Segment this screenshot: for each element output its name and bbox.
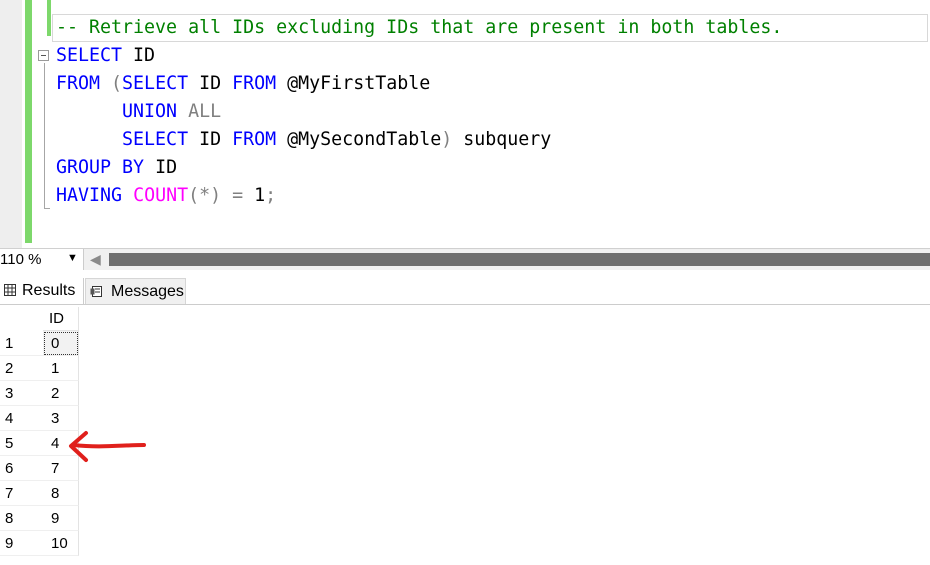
- code-token: @MySecondTable: [276, 129, 442, 150]
- code-token: HAVING: [56, 185, 123, 206]
- code-token: FROM: [56, 73, 101, 94]
- code-line[interactable]: FROM (SELECT ID FROM @MyFirstTable: [56, 70, 430, 98]
- red-arrow-annotation-icon: [69, 431, 146, 462]
- code-token: @MyFirstTable: [276, 73, 431, 94]
- code-token: (: [100, 73, 123, 94]
- code-token: SELECT: [56, 129, 189, 150]
- change-tracking-bar-comment: [47, 0, 51, 36]
- messages-icon: [90, 286, 102, 297]
- query-editor[interactable]: -- Retrieve all IDs excluding IDs that a…: [0, 0, 930, 248]
- code-line[interactable]: SELECT ID: [56, 42, 155, 70]
- table-cell-id[interactable]: 1: [43, 356, 79, 381]
- tab-results-label: Results: [22, 282, 76, 299]
- row-number[interactable]: 8: [0, 506, 43, 531]
- table-cell-id[interactable]: 8: [43, 481, 79, 506]
- code-token: SELECT: [56, 45, 123, 66]
- code-token: ): [441, 129, 453, 150]
- code-line[interactable]: UNION ALL: [56, 98, 221, 126]
- collapse-outline-icon[interactable]: [38, 50, 49, 61]
- tab-messages-label: Messages: [111, 283, 184, 300]
- code-line[interactable]: -- Retrieve all IDs excluding IDs that a…: [56, 14, 782, 42]
- zoom-dropdown[interactable]: 110 % ▼: [0, 249, 84, 270]
- code-line[interactable]: HAVING COUNT(*) = 1;: [56, 182, 276, 210]
- code-line[interactable]: GROUP BY ID: [56, 154, 177, 182]
- row-number[interactable]: 7: [0, 481, 43, 506]
- row-number[interactable]: 4: [0, 406, 43, 431]
- code-token: ID: [122, 45, 156, 66]
- code-token: subquery: [452, 129, 552, 150]
- grid-icon: [4, 284, 16, 296]
- code-token: ID: [144, 157, 178, 178]
- zoom-level: 110 %: [0, 251, 42, 268]
- horizontal-scrollbar-thumb[interactable]: [109, 253, 930, 266]
- column-header-id[interactable]: ID: [43, 307, 79, 331]
- tab-results[interactable]: Results: [0, 278, 84, 304]
- table-cell-id[interactable]: 2: [43, 381, 79, 406]
- code-token: UNION: [56, 101, 178, 122]
- code-token: SELECT: [122, 73, 189, 94]
- code-token: ;: [265, 185, 277, 206]
- code-token: ALL: [177, 101, 222, 122]
- code-token: (*): [188, 185, 222, 206]
- code-token: ID: [188, 73, 233, 94]
- table-cell-id[interactable]: 0: [43, 331, 79, 356]
- outline-guide-end: [44, 208, 50, 209]
- outline-guide: [44, 63, 45, 209]
- chevron-down-icon[interactable]: ▼: [67, 252, 78, 264]
- scroll-left-icon[interactable]: ◀: [90, 251, 101, 268]
- row-number[interactable]: 6: [0, 456, 43, 481]
- editor-zoom-strip: 110 % ▼ ◀: [0, 248, 930, 270]
- code-token: =: [232, 185, 244, 206]
- change-tracking-bar: [25, 0, 32, 243]
- code-token: FROM: [232, 129, 277, 150]
- table-cell-id[interactable]: 10: [43, 531, 79, 556]
- row-number[interactable]: 3: [0, 381, 43, 406]
- code-token: COUNT: [133, 185, 189, 206]
- results-tabs: Results Messages: [0, 278, 930, 305]
- code-token: ID: [188, 129, 233, 150]
- row-number[interactable]: 9: [0, 531, 43, 556]
- row-number[interactable]: 2: [0, 356, 43, 381]
- code-token: -- Retrieve all IDs excluding IDs that a…: [56, 17, 783, 38]
- editor-left-margin: [0, 0, 22, 248]
- code-token: GROUP BY: [56, 157, 145, 178]
- code-token: 1: [243, 185, 266, 206]
- table-cell-id[interactable]: 9: [43, 506, 79, 531]
- row-number[interactable]: 5: [0, 431, 43, 456]
- row-number[interactable]: 1: [0, 331, 43, 356]
- code-line[interactable]: SELECT ID FROM @MySecondTable) subquery: [56, 126, 551, 154]
- code-token: FROM: [232, 73, 277, 94]
- tab-messages[interactable]: Messages: [85, 278, 186, 304]
